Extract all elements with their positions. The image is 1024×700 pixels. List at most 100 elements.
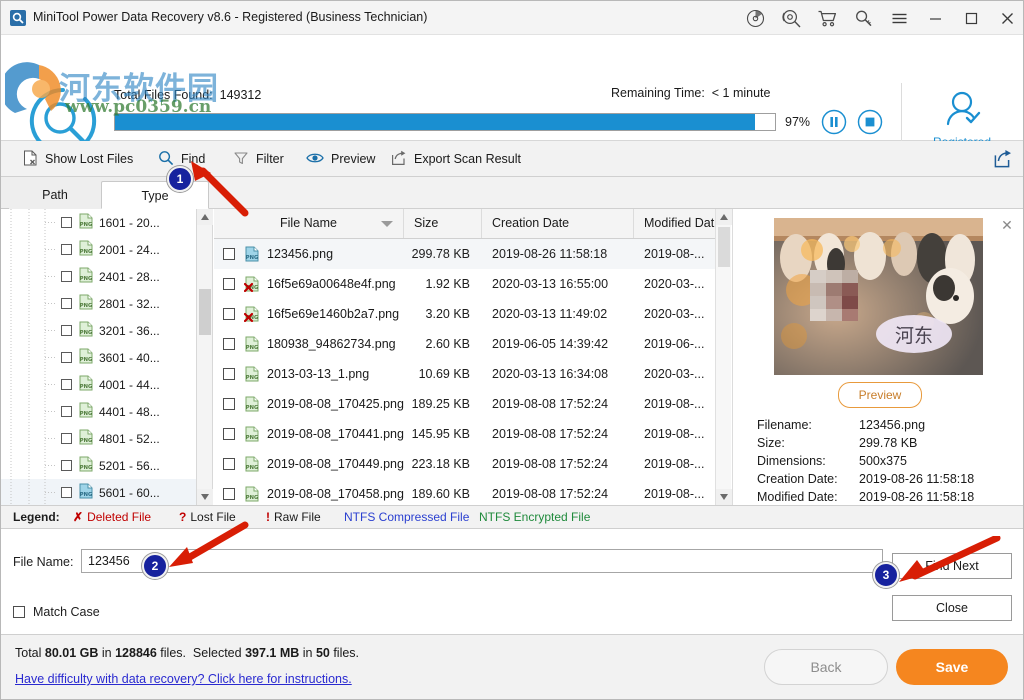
column-header-creation-date[interactable]: Creation Date (482, 209, 634, 238)
row-checkbox[interactable] (223, 488, 235, 500)
row-checkbox[interactable] (223, 368, 235, 380)
table-row[interactable]: PNG2019-08-08_170441.png145.95 KB2019-08… (214, 419, 715, 449)
tree-item[interactable]: PNG 3601 - 40... (1, 344, 196, 371)
tree-scroll-down-icon[interactable] (197, 489, 213, 505)
svg-text:PNG: PNG (80, 276, 92, 282)
tree-item[interactable]: PNG1601 - 20... (1, 209, 196, 236)
tree-item-label: 3201 - 36... (99, 324, 160, 338)
toolbar-filter[interactable]: Filter (233, 141, 284, 177)
save-button[interactable]: Save (896, 649, 1008, 685)
tree-item[interactable]: PNG4001 - 44... (1, 371, 196, 398)
tree-item-checkbox[interactable] (61, 217, 72, 228)
legend-mark: ? (179, 510, 186, 524)
tree-item[interactable]: PNG5601 - 60... (1, 479, 196, 505)
svg-text:PNG: PNG (80, 357, 92, 363)
file-scroll-up-icon[interactable] (716, 209, 732, 225)
row-checkbox[interactable] (223, 248, 235, 260)
tree-item-checkbox[interactable] (61, 352, 72, 363)
table-row[interactable]: PNG2013-03-13_1.png10.69 KB2020-03-13 16… (214, 359, 715, 389)
table-row[interactable]: PNG180938_94862734.png2.60 KB2019-06-05 … (214, 329, 715, 359)
toolbar-preview-label: Preview (331, 153, 375, 166)
tree-item[interactable]: PNG5201 - 56... (1, 452, 196, 479)
share-export-icon[interactable] (993, 149, 1013, 169)
chevron-down-icon[interactable] (381, 221, 393, 227)
back-button[interactable]: Back (764, 649, 888, 685)
table-row[interactable]: PNG16f5e69e1460b2a7.png3.20 KB2020-03-13… (214, 299, 715, 329)
tree-item[interactable]: PNG2801 - 32... (1, 290, 196, 317)
table-row[interactable]: PNG2019-08-08_170449.png223.18 KB2019-08… (214, 449, 715, 479)
png-file-icon: PNG (244, 246, 260, 262)
column-header-file-name[interactable]: File Name (214, 209, 404, 238)
total-files-value: 149312 (220, 88, 262, 102)
tree-item-label: 1601 - 20... (99, 216, 160, 230)
tree-item[interactable]: PNG2001 - 24... (1, 236, 196, 263)
tree-item-checkbox[interactable] (61, 406, 72, 417)
help-link[interactable]: Have difficulty with data recovery? Clic… (15, 672, 352, 686)
tree-guide-lines (1, 425, 61, 452)
column-header-size[interactable]: Size (404, 209, 482, 238)
row-checkbox[interactable] (223, 398, 235, 410)
tree-item-checkbox[interactable] (61, 379, 72, 390)
toolbar-show-lost-files[interactable]: Show Lost Files (23, 141, 133, 177)
tree-item-checkbox[interactable] (61, 298, 72, 309)
tree-item[interactable]: PNG3201 - 36... (1, 317, 196, 344)
close-icon[interactable] (989, 1, 1024, 35)
export-icon (391, 150, 407, 169)
tree-item[interactable]: PNG2401 - 28... (1, 263, 196, 290)
tree-item-label: 5601 - 60... (99, 486, 160, 500)
tab-type[interactable]: Type (101, 181, 209, 209)
tabstrip-filler (209, 177, 1024, 209)
tree-item-checkbox[interactable] (61, 487, 72, 498)
find-next-button[interactable]: Find Next (892, 553, 1012, 579)
row-checkbox[interactable] (223, 278, 235, 290)
row-checkbox[interactable] (223, 458, 235, 470)
tree-item-label: 3601 - 40... (99, 351, 160, 365)
minimize-icon[interactable] (917, 1, 953, 35)
disc-icon[interactable] (737, 1, 773, 35)
tree-scrollbar[interactable] (197, 209, 213, 505)
find-file-name-input[interactable] (81, 549, 883, 573)
match-case-row[interactable]: Match Case (13, 605, 100, 619)
magnifier-key-icon[interactable] (845, 1, 881, 35)
toolbar-preview[interactable]: Preview (306, 141, 375, 177)
file-scrollbar-thumb[interactable] (718, 227, 730, 267)
tab-path[interactable]: Path (9, 181, 101, 209)
row-checkbox[interactable] (223, 308, 235, 320)
table-row[interactable]: PNG123456.png299.78 KB2019-08-26 11:58:1… (214, 239, 715, 269)
toolbar-export-scan-result[interactable]: Export Scan Result (391, 141, 521, 177)
cart-icon[interactable] (809, 1, 845, 35)
stop-icon[interactable] (857, 109, 883, 135)
file-list-scrollbar[interactable] (715, 209, 731, 505)
column-header-modified-date[interactable]: Modified Dat (634, 209, 715, 238)
row-checkbox[interactable] (223, 428, 235, 440)
tree-item[interactable]: PNG4401 - 48... (1, 398, 196, 425)
png-file-icon: PNG (78, 348, 94, 367)
maximize-icon[interactable] (953, 1, 989, 35)
table-row[interactable]: PNG2019-08-08_170458.png189.60 KB2019-08… (214, 479, 715, 505)
preview-meta-line: Dimensions:500x375 (757, 454, 1021, 472)
preview-meta-key: Size: (757, 436, 785, 450)
row-checkbox[interactable] (223, 338, 235, 350)
close-icon[interactable]: ✕ (999, 218, 1015, 234)
tree-item-checkbox[interactable] (61, 325, 72, 336)
cell-size: 189.25 KB (404, 397, 482, 411)
hamburger-menu-icon[interactable] (881, 1, 917, 35)
tree-item-checkbox[interactable] (61, 244, 72, 255)
tree-item-checkbox[interactable] (61, 433, 72, 444)
cell-creation-date: 2020-03-13 16:55:00 (492, 277, 608, 291)
preview-thumbnail[interactable]: 河东 (774, 218, 983, 375)
tree-item[interactable]: PNG4801 - 52... (1, 425, 196, 452)
headset-support-icon[interactable] (773, 1, 809, 35)
annotation-badge: 3 (873, 562, 899, 588)
pause-icon[interactable] (821, 109, 847, 135)
tree-item-checkbox[interactable] (61, 460, 72, 471)
tree-item-checkbox[interactable] (61, 271, 72, 282)
table-row[interactable]: PNG16f5e69a00648e4f.png1.92 KB2020-03-13… (214, 269, 715, 299)
tree-scrollbar-thumb[interactable] (199, 289, 211, 335)
match-case-checkbox[interactable] (13, 606, 25, 618)
preview-button[interactable]: Preview (838, 382, 922, 408)
close-button[interactable]: Close (892, 595, 1012, 621)
tree-scroll-up-icon[interactable] (197, 209, 213, 225)
file-scroll-down-icon[interactable] (716, 489, 732, 505)
table-row[interactable]: PNG2019-08-08_170425.png189.25 KB2019-08… (214, 389, 715, 419)
